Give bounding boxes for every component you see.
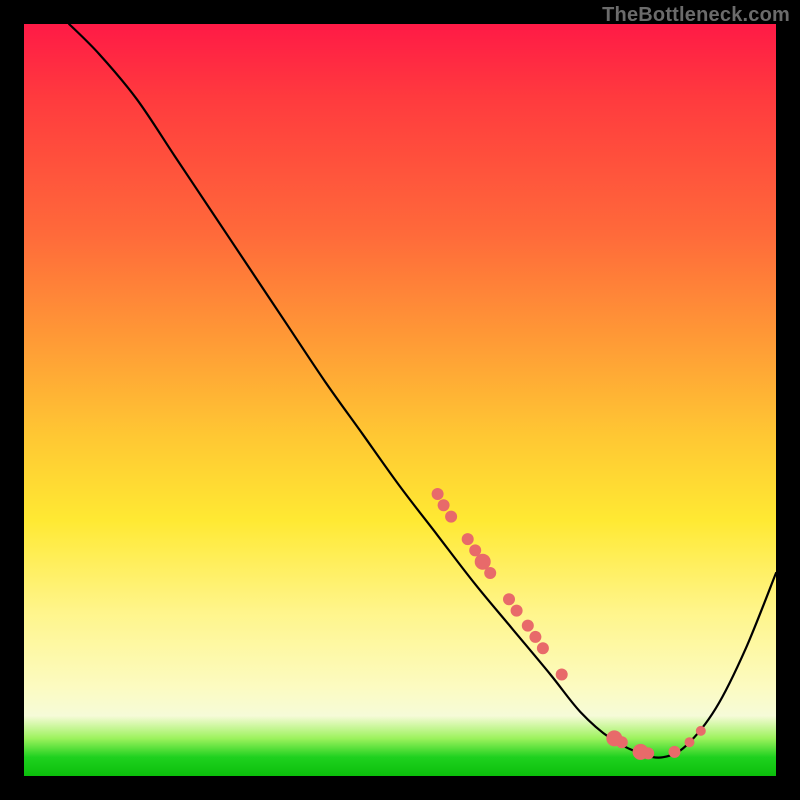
curve-marker [529,631,541,643]
curve-marker [462,533,474,545]
bottleneck-curve [69,24,776,758]
curve-marker [438,499,450,511]
curve-marker [696,726,706,736]
curve-marker [669,746,681,758]
marker-group [432,488,706,760]
watermark-text: TheBottleneck.com [602,4,790,27]
curve-marker [556,669,568,681]
curve-marker [511,605,523,617]
curve-marker [475,554,491,570]
curve-marker [503,593,515,605]
curve-layer [24,24,776,776]
curve-marker [445,511,457,523]
plot-area [24,24,776,776]
curve-marker [616,736,628,748]
curve-marker [685,737,695,747]
curve-marker [537,642,549,654]
curve-marker [432,488,444,500]
curve-marker [642,747,654,759]
curve-marker [522,620,534,632]
curve-marker [484,567,496,579]
chart-stage: TheBottleneck.com [0,0,800,800]
